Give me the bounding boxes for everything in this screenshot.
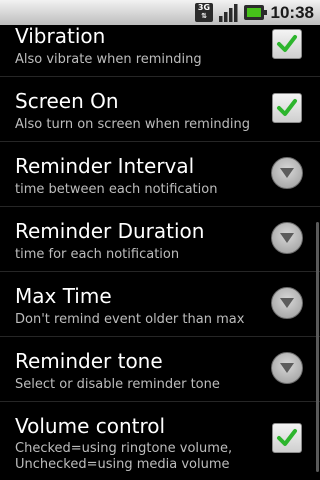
pref-reminder-tone[interactable]: Reminder tone Select or disable reminder… xyxy=(0,337,320,402)
status-bar: 3G ⇅ 10:38 xyxy=(0,0,320,25)
dropdown-arrow-icon[interactable] xyxy=(271,157,303,189)
pref-reminder-interval[interactable]: Reminder Interval time between each noti… xyxy=(0,142,320,207)
checkmark-icon xyxy=(277,35,297,52)
dropdown-arrow-icon[interactable] xyxy=(271,222,303,254)
pref-summary: time between each notification xyxy=(15,182,218,197)
checkmark-icon xyxy=(277,429,297,446)
checkmark-icon xyxy=(277,99,297,116)
pref-summary: Select or disable reminder tone xyxy=(15,377,220,392)
clock: 10:38 xyxy=(270,3,314,22)
pref-title: Max Time xyxy=(15,284,112,308)
pref-summary: Also turn on screen when reminding xyxy=(15,117,251,132)
pref-summary: Checked=using ringtone volume, xyxy=(15,441,233,456)
pref-volume-control[interactable]: Volume control Checked=using ringtone vo… xyxy=(0,402,320,480)
pref-summary: time for each notification xyxy=(15,247,180,262)
dropdown-arrow-icon[interactable] xyxy=(271,352,303,384)
screen-on-checkbox[interactable] xyxy=(272,93,302,123)
pref-title: Reminder Duration xyxy=(15,219,205,243)
dropdown-arrow-icon[interactable] xyxy=(271,287,303,319)
signal-strength-icon xyxy=(219,4,238,22)
vibration-checkbox[interactable] xyxy=(272,29,302,59)
pref-max-time[interactable]: Max Time Don't remind event older than m… xyxy=(0,272,320,337)
pref-reminder-duration[interactable]: Reminder Duration time for each notifica… xyxy=(0,207,320,272)
pref-title: Vibration xyxy=(15,24,106,48)
pref-title: Reminder tone xyxy=(15,349,163,373)
volume-control-checkbox[interactable] xyxy=(272,423,302,453)
pref-summary: Also vibrate when reminding xyxy=(15,52,202,67)
pref-screen-on[interactable]: Screen On Also turn on screen when remin… xyxy=(0,77,320,142)
pref-title: Screen On xyxy=(15,89,119,113)
pref-summary: Don't remind event older than max xyxy=(15,312,245,327)
battery-charging-icon xyxy=(244,5,267,20)
pref-title: Volume control xyxy=(15,414,166,438)
scrollbar[interactable] xyxy=(316,222,319,472)
network-3g-icon: 3G ⇅ xyxy=(195,3,213,22)
pref-summary: Unchecked=using media volume xyxy=(15,457,230,472)
pref-title: Reminder Interval xyxy=(15,154,195,178)
